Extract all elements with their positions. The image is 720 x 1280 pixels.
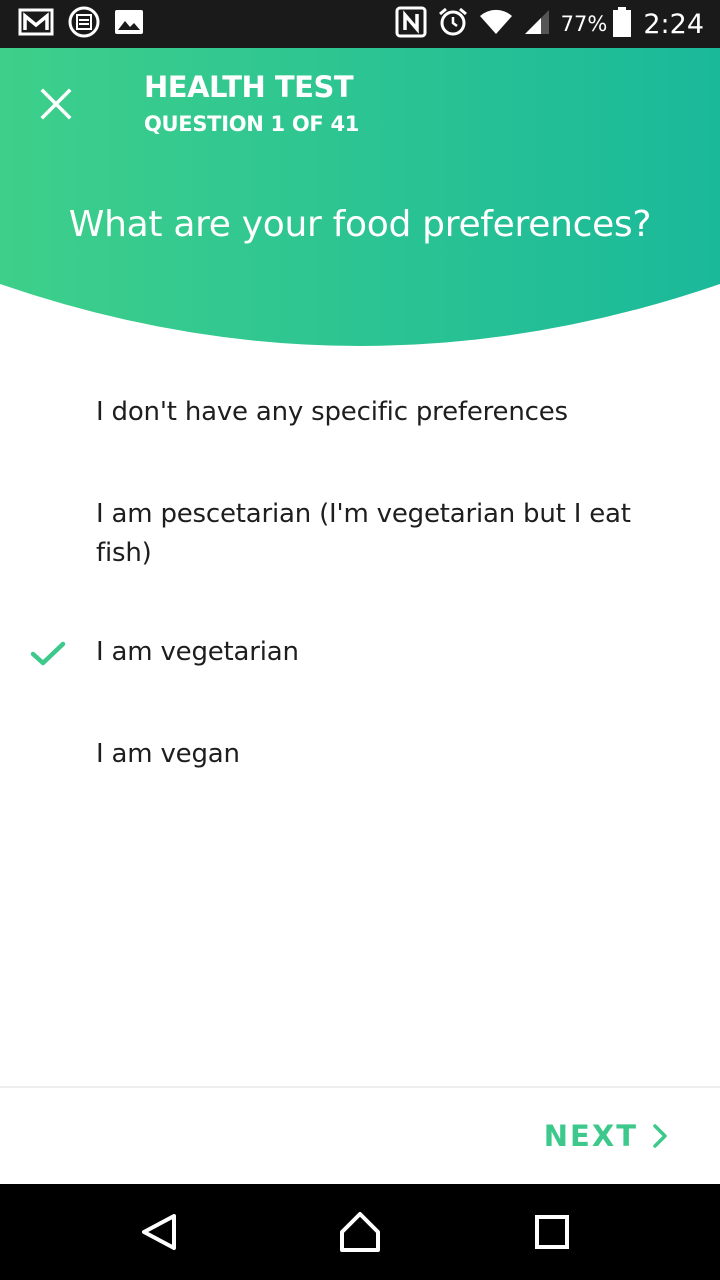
option-pescetarian[interactable]: I am pescetarian (I'm vegetarian but I e… bbox=[0, 474, 720, 594]
back-button[interactable] bbox=[136, 1208, 184, 1256]
option-vegetarian[interactable]: I am vegetarian bbox=[0, 612, 720, 696]
close-icon bbox=[40, 88, 72, 120]
wifi-icon bbox=[479, 8, 513, 40]
option-label: I am vegetarian bbox=[96, 637, 299, 667]
recents-icon bbox=[535, 1215, 569, 1249]
system-icons: 77% 2:24 bbox=[395, 4, 704, 44]
test-title: HEALTH TEST bbox=[144, 70, 354, 104]
home-icon bbox=[340, 1212, 380, 1252]
back-icon bbox=[142, 1214, 176, 1250]
navigation-bar bbox=[0, 1184, 720, 1280]
clock: 2:24 bbox=[643, 8, 704, 40]
home-button[interactable] bbox=[336, 1208, 384, 1256]
option-label: I am pescetarian (I'm vegetarian but I e… bbox=[96, 499, 631, 568]
answer-options: I don't have any specific preferences I … bbox=[0, 372, 720, 769]
screen: 77% 2:24 HEALTH TEST QUESTION 1 OF 41 Wh… bbox=[0, 0, 720, 1280]
battery-percentage: 77% bbox=[560, 12, 608, 36]
next-button[interactable]: NEXT bbox=[544, 1112, 668, 1160]
stack-exchange-icon bbox=[68, 6, 100, 42]
gmail-icon bbox=[18, 8, 54, 40]
chevron-right-icon bbox=[653, 1124, 667, 1148]
checkmark-icon bbox=[30, 641, 66, 666]
nfc-icon bbox=[395, 6, 427, 42]
gallery-icon bbox=[114, 8, 144, 40]
close-button[interactable] bbox=[24, 76, 88, 132]
header-background bbox=[0, 48, 720, 346]
notification-icons bbox=[18, 6, 144, 42]
battery-icon bbox=[613, 7, 632, 41]
alarm-icon bbox=[437, 6, 469, 42]
option-no-preference[interactable]: I don't have any specific preferences bbox=[0, 372, 720, 456]
next-label: NEXT bbox=[543, 1119, 638, 1153]
recents-button[interactable] bbox=[528, 1208, 576, 1256]
signal-icon bbox=[523, 8, 551, 40]
question-header: HEALTH TEST QUESTION 1 OF 41 What are yo… bbox=[0, 48, 720, 348]
question-text: What are your food preferences? bbox=[68, 204, 652, 245]
option-vegan[interactable]: I am vegan bbox=[0, 714, 720, 798]
option-label: I am vegan bbox=[96, 739, 240, 769]
option-label: I don't have any specific preferences bbox=[96, 397, 568, 427]
question-counter: QUESTION 1 OF 41 bbox=[144, 112, 360, 136]
footer-divider bbox=[0, 1086, 720, 1088]
status-bar: 77% 2:24 bbox=[0, 0, 720, 48]
